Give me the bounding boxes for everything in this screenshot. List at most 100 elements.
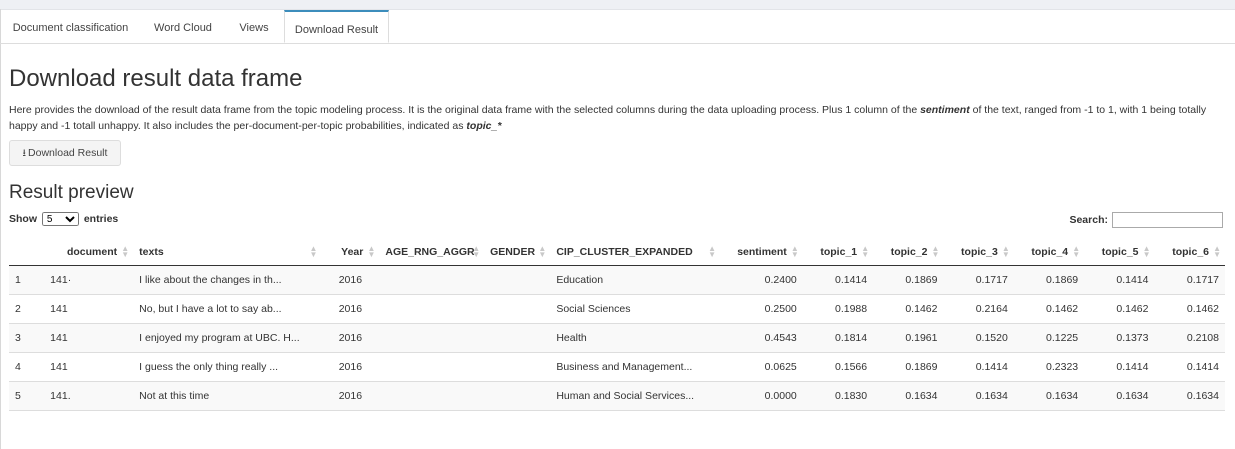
page-title: Download result data frame [9, 65, 303, 92]
header-sentiment[interactable]: sentiment ▲ ▼ [720, 239, 803, 266]
tab-word-cloud[interactable]: Word Cloud [141, 10, 225, 43]
table-row: 1 141· I like about the changes in th... 20… [9, 265, 1225, 295]
cell-topic-1: 0.1566 [802, 352, 874, 382]
cell-topic-2: 0.1869 [873, 265, 944, 295]
show-label: Show [9, 212, 37, 225]
header-topic-3[interactable]: topic_3 ▲ ▼ [943, 239, 1014, 266]
row-number: 2 [9, 294, 45, 324]
cell-cip-cluster: Education [550, 265, 721, 295]
cell-age-rng-aggr [379, 265, 485, 295]
desc-emphasis-sentiment: sentiment [920, 104, 970, 116]
cell-topic-3: 0.1520 [943, 323, 1014, 353]
row-number: 4 [9, 352, 45, 382]
header-cip-cluster-expanded[interactable]: CIP_CLUSTER_EXPANDED ▲ ▼ [550, 239, 721, 266]
cell-document: 141 [44, 323, 134, 353]
search-input[interactable] [1112, 212, 1223, 228]
cell-cip-cluster: Business and Management... [550, 352, 721, 382]
cell-topic-5: 0.1634 [1084, 381, 1155, 411]
header-topic-2[interactable]: topic_2 ▲ ▼ [873, 239, 944, 266]
cell-texts: I like about the changes in th... [133, 265, 322, 295]
download-icon: ⭳ [22, 148, 27, 159]
cell-topic-3: 0.1634 [943, 381, 1014, 411]
cell-document: 141· [44, 265, 134, 295]
tab-download-result[interactable]: Download Result [284, 10, 389, 43]
cell-sentiment: 0.0000 [720, 381, 803, 411]
cell-year: 2016 [321, 352, 380, 382]
tab-bar: Document classification Word Cloud Views… [0, 10, 1235, 44]
cell-topic-1: 0.1988 [802, 294, 874, 324]
header-texts[interactable]: texts ▲ ▼ [133, 239, 322, 266]
header-topic-4[interactable]: topic_4 ▲ ▼ [1013, 239, 1085, 266]
tab-views[interactable]: Views [225, 10, 283, 43]
cell-topic-4: 0.1225 [1013, 323, 1085, 353]
result-preview-title: Result preview [9, 182, 134, 203]
cell-year: 2016 [321, 323, 380, 353]
cell-topic-5: 0.1373 [1084, 323, 1155, 353]
cell-age-rng-aggr [379, 294, 485, 324]
cell-gender [484, 352, 551, 382]
cell-topic-4: 0.2323 [1013, 352, 1085, 382]
table-row: 3 141 I enjoyed my program at UBC. H... 201… [9, 323, 1225, 353]
cell-topic-6: 0.1414 [1154, 352, 1225, 382]
table-row: 2 141 No, but I have a lot to say ab... 201… [9, 294, 1225, 324]
cell-topic-2: 0.1462 [873, 294, 944, 324]
cell-topic-4: 0.1634 [1013, 381, 1085, 411]
cell-document: 141. [44, 381, 134, 411]
cell-topic-2: 0.1634 [873, 381, 944, 411]
cell-cip-cluster: Health [550, 323, 721, 353]
header-topic-1[interactable]: topic_1 ▲ ▼ [802, 239, 874, 266]
header-gender[interactable]: GENDER ▲ ▼ [484, 239, 551, 266]
cell-texts: I enjoyed my program at UBC. H... [133, 323, 322, 353]
cell-topic-6: 0.2108 [1154, 323, 1225, 353]
cell-gender [484, 294, 551, 324]
cell-topic-2: 0.1869 [873, 352, 944, 382]
search-label: Search: [1069, 213, 1108, 226]
cell-age-rng-aggr [379, 352, 485, 382]
cell-topic-4: 0.1462 [1013, 294, 1085, 324]
cell-cip-cluster: Human and Social Services... [550, 381, 721, 411]
cell-topic-6: 0.1462 [1154, 294, 1225, 324]
cell-topic-1: 0.1814 [802, 323, 874, 353]
row-number: 1 [9, 265, 45, 295]
download-label: Download Result [28, 147, 108, 159]
cell-topic-5: 0.1462 [1084, 294, 1155, 324]
header-topic-5[interactable]: topic_5 ▲ ▼ [1084, 239, 1155, 266]
cell-sentiment: 0.0625 [720, 352, 803, 382]
cell-age-rng-aggr [379, 381, 485, 411]
description: Here provides the download of the result… [9, 102, 1224, 134]
row-number: 5 [9, 381, 45, 411]
table-body: 1 141· I like about the changes in th... 20… [9, 265, 1225, 411]
entries-length-control: Show 5 entries [9, 212, 118, 226]
cell-sentiment: 0.2400 [720, 265, 803, 295]
cell-topic-3: 0.1414 [943, 352, 1014, 382]
cell-year: 2016 [321, 294, 380, 324]
download-result-button[interactable]: ⭳ Download Result [9, 140, 121, 166]
header-topic-6[interactable]: topic_6 ▲ ▼ [1154, 239, 1225, 266]
header-age-rng-aggr[interactable]: AGE_RNG_AGGR ▲ ▼ [379, 239, 485, 266]
row-number-header [9, 239, 45, 266]
cell-texts: Not at this time [133, 381, 322, 411]
entries-select[interactable]: 5 [41, 212, 79, 226]
cell-topic-3: 0.1717 [943, 265, 1014, 295]
table-row: 5 141. Not at this time 2016 Human and Socia… [9, 381, 1225, 411]
cell-year: 2016 [321, 265, 380, 295]
tab-document-classification[interactable]: Document classification [0, 10, 141, 43]
cell-texts: I guess the only thing really ... [133, 352, 322, 382]
cell-topic-1: 0.1830 [802, 381, 874, 411]
result-table: document ▲ ▼ texts ▲ ▼ Year ▲ ▼ AGE_RNG_AGGR ▲ ▼… [9, 239, 1225, 411]
cell-topic-2: 0.1961 [873, 323, 944, 353]
cell-topic-4: 0.1869 [1013, 265, 1085, 295]
entries-label: entries [83, 212, 119, 225]
desc-text-1: Here provides the download of the result… [9, 104, 921, 116]
cell-cip-cluster: Social Sciences [550, 294, 721, 324]
cell-topic-5: 0.1414 [1084, 265, 1155, 295]
header-document[interactable]: document ▲ ▼ [44, 239, 134, 266]
left-border [0, 9, 1, 449]
cell-topic-6: 0.1634 [1154, 381, 1225, 411]
desc-emphasis-topic: topic_* [466, 120, 502, 132]
cell-topic-5: 0.1414 [1084, 352, 1155, 382]
cell-document: 141 [44, 352, 134, 382]
table-header-row: document ▲ ▼ texts ▲ ▼ Year ▲ ▼ AGE_RNG_AGGR ▲ ▼… [9, 239, 1225, 266]
cell-year: 2016 [321, 381, 380, 411]
header-year[interactable]: Year ▲ ▼ [321, 239, 380, 266]
